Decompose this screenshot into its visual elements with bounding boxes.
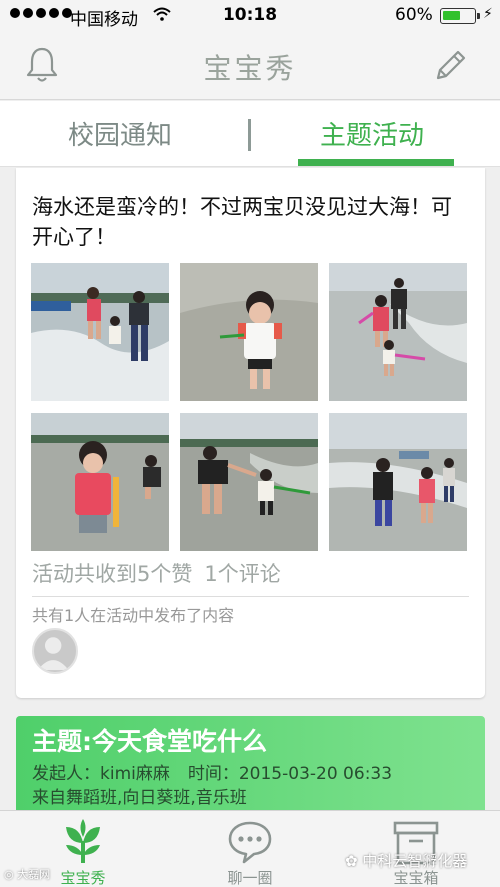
battery-icon [440, 8, 476, 24]
active-tab-indicator [298, 159, 454, 166]
bottom-tab-bar: 宝宝秀 聊一圈 宝宝箱 [0, 810, 500, 887]
tab-theme-activity[interactable]: 主题活动 [320, 115, 424, 152]
battery-tip [477, 13, 480, 19]
tab-chat-circle[interactable]: 聊一圈 [190, 811, 310, 887]
activity-photo[interactable] [329, 413, 467, 551]
status-bar: 中国移动 10:18 60% ⚡ [0, 0, 500, 30]
time-label: 时间： [187, 764, 239, 784]
topic-meta: 发起人：kimi麻麻 时间：2015-03-20 06:33 [32, 759, 392, 784]
sprout-icon [66, 819, 100, 863]
watermark-text: 中科云智孵化器 [362, 852, 468, 870]
activity-photo[interactable] [180, 263, 318, 401]
activity-message: 海水还是蛮冷的！不过两宝贝没见过大海！可开心了！ [32, 195, 452, 249]
corner-watermark: ◎ 大磊网 [4, 868, 51, 881]
activity-card[interactable]: 海水还是蛮冷的！不过两宝贝没见过大海！可开心了！ 活动共收到5个赞 1个评论 共… [16, 168, 485, 698]
comments-count[interactable]: 1个评论 [204, 562, 280, 586]
navigation-bar: 宝宝秀 [0, 30, 500, 100]
activity-stats: 活动共收到5个赞 1个评论 [32, 558, 293, 588]
chat-bubble-icon [228, 821, 272, 864]
divider [32, 596, 469, 597]
page-title: 宝宝秀 [203, 52, 297, 85]
activity-photo[interactable] [180, 413, 318, 551]
activity-photo[interactable] [329, 263, 467, 401]
topic-title: 主题:今天食堂吃什么 [32, 727, 267, 756]
activity-photo[interactable] [31, 263, 169, 401]
tab-campus-notice[interactable]: 校园通知 [68, 115, 172, 152]
battery-percent: 60% [395, 5, 433, 25]
charging-icon: ⚡ [483, 6, 493, 22]
corner-watermark-text: 大磊网 [17, 868, 51, 881]
segment-tabs: 校园通知 主题活动 [0, 101, 500, 167]
participants-summary: 共有1人在活动中发布了内容 [32, 606, 235, 625]
initiator-name: kimi麻麻 [100, 764, 170, 784]
initiator-label: 发起人： [32, 764, 100, 784]
default-avatar-icon [37, 637, 69, 671]
tab-baby-box[interactable]: 宝宝箱 [356, 811, 476, 887]
topic-card[interactable]: 主题:今天食堂吃什么 发起人：kimi麻麻 时间：2015-03-20 06:33… [16, 716, 485, 816]
watermark: ✿ 中科云智孵化器 [345, 852, 468, 870]
activity-photo[interactable] [31, 413, 169, 551]
photo-grid [31, 263, 467, 551]
tab-divider [248, 119, 251, 151]
tab-label: 聊一圈 [227, 869, 273, 887]
edit-pencil-icon[interactable] [432, 48, 468, 84]
topic-time: 2015-03-20 06:33 [238, 764, 393, 784]
likes-count[interactable]: 活动共收到5个赞 [32, 562, 192, 586]
topic-source-classes: 来自舞蹈班,向日葵班,音乐班 [32, 788, 247, 808]
avatar[interactable] [32, 628, 78, 674]
